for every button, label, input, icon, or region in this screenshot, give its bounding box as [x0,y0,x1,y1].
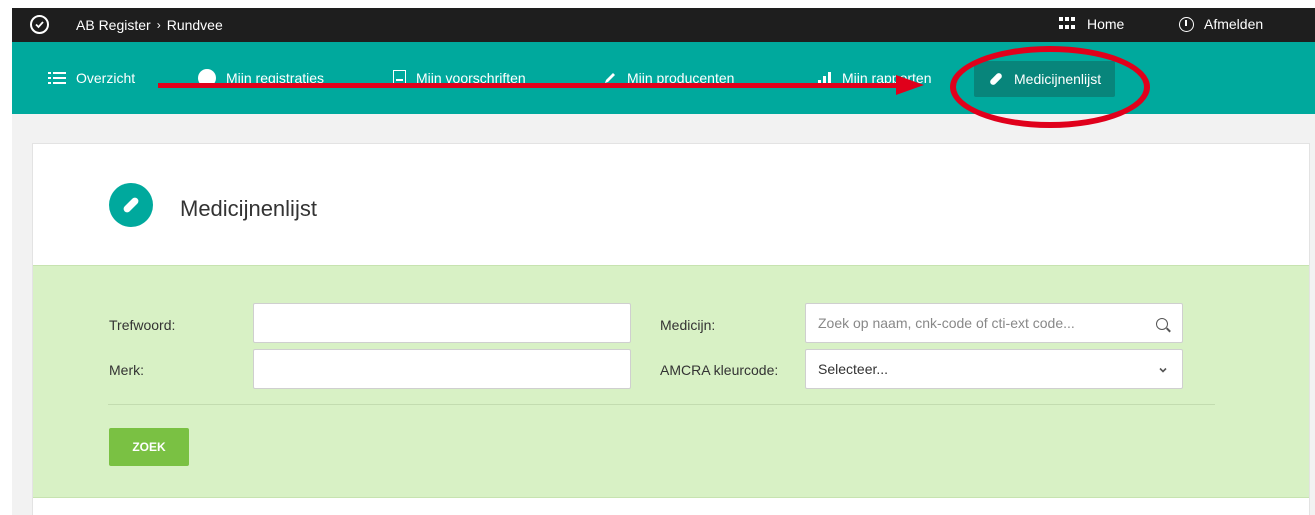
nav-item-label: Overzicht [76,70,136,86]
logout-link[interactable]: Afmelden [1179,16,1263,32]
breadcrumb-separator: › [156,18,161,32]
breadcrumb-section[interactable]: Rundvee [167,17,223,33]
trefwoord-input[interactable] [253,303,631,343]
trefwoord-label: Trefwoord: [109,317,176,333]
amcra-selected-value: Selecteer... [818,361,889,377]
merk-input[interactable] [253,349,631,389]
amcra-select[interactable]: Selecteer... [805,349,1183,389]
grid-icon [1059,17,1075,31]
power-icon [1179,16,1194,32]
list-icon [48,71,66,85]
annotation-arrow-line [158,83,900,88]
content-card: Medicijnenlijst Trefwoord: Merk: Medicij… [32,143,1310,515]
medicijn-label: Medicijn: [660,317,716,333]
nav-item-overzicht[interactable]: Overzicht [48,68,135,88]
merk-label: Merk: [109,362,144,378]
annotation-circle [950,46,1150,128]
filter-divider [108,404,1215,405]
medicijn-placeholder: Zoek op naam, cnk-code of cti-ext code..… [818,315,1075,331]
logout-label: Afmelden [1204,16,1264,32]
search-icon[interactable] [1156,304,1168,342]
page-title: Medicijnenlijst [180,196,317,221]
home-label: Home [1087,16,1125,32]
search-button[interactable]: ZOEK [109,428,189,466]
annotation-arrow-head [896,75,924,95]
page: AB Register › Rundvee Home Afmelden Over… [12,8,1315,515]
filter-panel: Trefwoord: Merk: Medicijn: Zoek op naam,… [33,265,1309,498]
check-circle-logo-icon[interactable] [30,15,49,34]
chevron-down-icon [1158,350,1168,389]
breadcrumb-app-link[interactable]: AB Register [76,17,151,33]
breadcrumb: AB Register › Rundvee [76,17,223,33]
pill-icon [109,183,153,227]
top-bar: AB Register › Rundvee Home Afmelden [12,8,1315,42]
medicijn-search-input[interactable]: Zoek op naam, cnk-code of cti-ext code..… [805,303,1183,343]
amcra-label: AMCRA kleurcode: [660,362,779,378]
page-header: Medicijnenlijst [33,144,1309,265]
home-link[interactable]: Home [1059,16,1124,32]
